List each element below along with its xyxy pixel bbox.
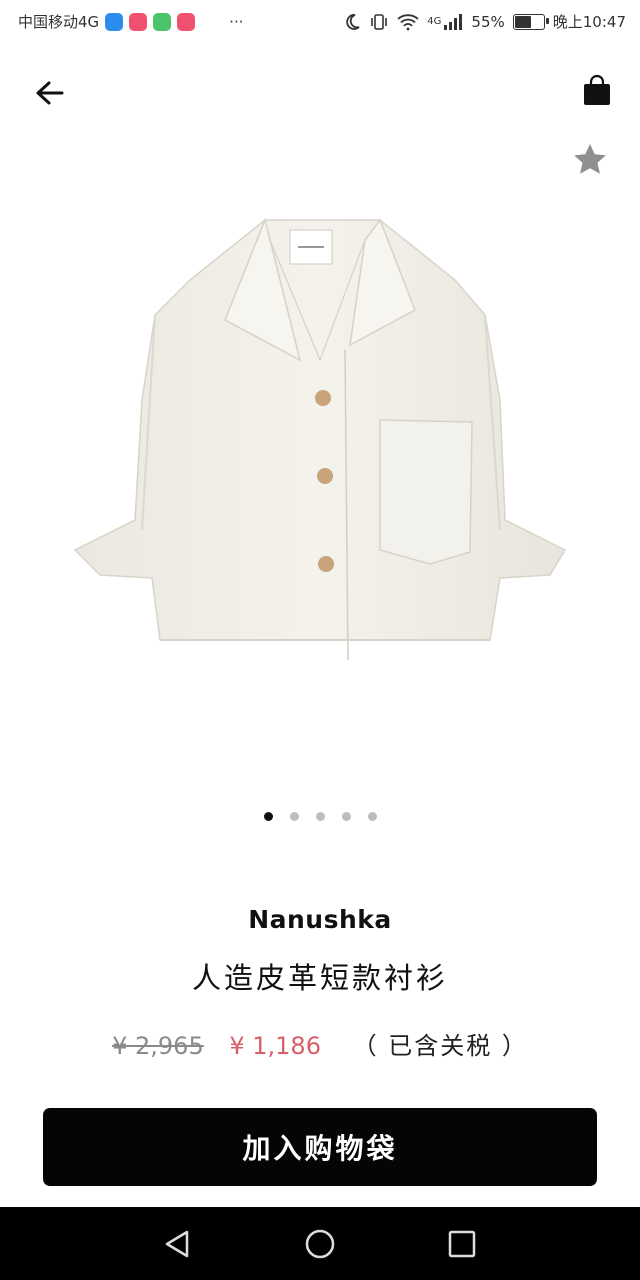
original-price: ¥ 2,965 bbox=[112, 1032, 204, 1060]
back-arrow-icon bbox=[36, 81, 64, 105]
brand-name[interactable]: Nanushka bbox=[0, 905, 640, 934]
product-image[interactable] bbox=[60, 200, 580, 680]
carousel-dot[interactable] bbox=[315, 812, 325, 821]
app-notification-icon bbox=[177, 12, 196, 31]
tax-note: （ 已含关税 ） bbox=[352, 1032, 528, 1060]
back-button[interactable] bbox=[28, 72, 72, 116]
more-notifications: ··· bbox=[229, 12, 244, 31]
image-carousel-indicator[interactable] bbox=[0, 812, 640, 826]
shopping-bag-icon bbox=[584, 74, 610, 105]
carousel-dot[interactable] bbox=[263, 812, 273, 821]
battery-level bbox=[514, 15, 532, 28]
favorite-button[interactable] bbox=[570, 140, 610, 180]
app-notification-icon bbox=[105, 12, 124, 31]
carousel-dot[interactable] bbox=[289, 812, 299, 821]
signal-icon bbox=[444, 13, 463, 30]
shopping-bag-button[interactable] bbox=[580, 74, 616, 110]
circle-home-icon bbox=[305, 1229, 335, 1259]
shirt-illustration bbox=[73, 217, 567, 661]
nav-recents-button[interactable] bbox=[443, 1225, 481, 1263]
square-recents-icon bbox=[448, 1230, 476, 1258]
carousel-dot[interactable] bbox=[341, 812, 351, 821]
status-bar: 中国移动4G ··· 4G 55% 晚上10:47 bbox=[0, 0, 640, 44]
add-to-bag-button[interactable]: 加入购物袋 bbox=[43, 1108, 597, 1186]
video-app-icon bbox=[153, 12, 172, 31]
nav-back-button[interactable] bbox=[158, 1225, 196, 1263]
carrier-label: 中国移动4G bbox=[18, 13, 100, 31]
app-notification-icon bbox=[129, 12, 148, 31]
triangle-back-icon bbox=[165, 1230, 189, 1258]
star-icon bbox=[574, 144, 606, 174]
network-type: 4G bbox=[427, 16, 442, 27]
sale-price: ¥ 1,186 bbox=[229, 1032, 321, 1060]
battery-percent: 55% bbox=[471, 12, 505, 31]
product-title: 人造皮革短款衬衫 bbox=[191, 961, 448, 995]
vibrate-icon bbox=[371, 13, 388, 30]
status-left: 中国移动4G ··· bbox=[18, 11, 243, 32]
clock: 晚上10:47 bbox=[552, 13, 626, 31]
battery-icon bbox=[512, 13, 549, 30]
system-navigation-bar bbox=[0, 1207, 640, 1280]
wifi-icon bbox=[397, 13, 419, 30]
price-row: ¥ 2,965 ¥ 1,186 （ 已含关税 ） bbox=[0, 1026, 640, 1061]
nav-home-button[interactable] bbox=[301, 1225, 339, 1263]
moon-icon bbox=[346, 13, 360, 30]
status-right: 4G 55% 晚上10:47 bbox=[343, 11, 626, 32]
carousel-dot[interactable] bbox=[367, 812, 377, 821]
